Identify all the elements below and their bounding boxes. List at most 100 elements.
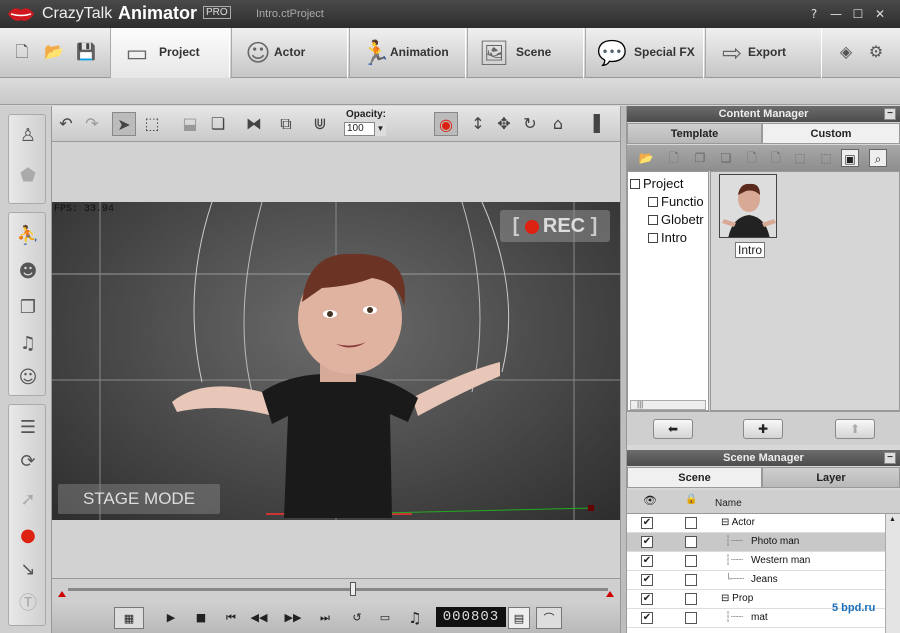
thumbnail-view-icon[interactable]: ▣ (841, 149, 859, 167)
timeline-track[interactable] (68, 588, 608, 591)
add-icon[interactable]: ✚ (743, 419, 783, 439)
frame-settings-icon[interactable]: ▤ (508, 607, 530, 629)
tree-item-intro[interactable]: Intro (648, 230, 687, 245)
subtitle-icon[interactable]: ▭ (374, 607, 396, 629)
pose-icon[interactable]: ⛹ (15, 223, 41, 249)
delete-icon[interactable]: 🗋 (665, 149, 683, 167)
lock-checkbox[interactable] (685, 555, 697, 567)
maximize-button[interactable]: ☐ (850, 6, 866, 22)
rewind-icon[interactable]: ◀◀ (248, 607, 270, 629)
tree-item-functio[interactable]: Functio (648, 194, 704, 209)
duplicate-icon[interactable]: ❏ (206, 112, 230, 136)
open-folder-icon[interactable]: 📂 (42, 40, 66, 64)
timeline-bar[interactable] (52, 578, 620, 602)
tab-scene[interactable]: 🖼 Scene (467, 28, 584, 78)
lock-checkbox[interactable] (685, 612, 697, 624)
item-label[interactable]: Intro (735, 242, 766, 258)
rotate-view-icon[interactable]: ↻ (518, 112, 542, 136)
visibility-checkbox[interactable]: ✔ (641, 555, 653, 567)
flip-icon[interactable]: ⧓ (242, 112, 266, 136)
visibility-checkbox[interactable]: ✔ (641, 593, 653, 605)
visibility-checkbox[interactable]: ✔ (641, 536, 653, 548)
new-file-icon[interactable]: 🗋 (10, 40, 34, 64)
tree-scrollbar[interactable]: ||| (630, 400, 706, 410)
loop-icon[interactable]: ↺ (346, 607, 368, 629)
skip-start-icon[interactable]: ⏮ (220, 607, 242, 629)
play-icon[interactable]: ▶ (160, 607, 182, 629)
lock-checkbox[interactable] (685, 517, 697, 529)
script-icon[interactable]: ☰ (15, 415, 41, 441)
apply-icon[interactable]: ⬅ (653, 419, 693, 439)
layers-icon[interactable]: ❐ (15, 295, 41, 321)
talk-record-icon[interactable]: ☺ (15, 365, 41, 391)
help-button[interactable]: ? (806, 6, 822, 22)
visibility-checkbox[interactable]: ✔ (641, 612, 653, 624)
record-icon[interactable]: ● (15, 523, 41, 549)
minimize-button[interactable]: — (828, 6, 844, 22)
tab-template[interactable]: Template (627, 123, 762, 144)
tree-item-project[interactable]: Project (630, 176, 683, 191)
tab-actor[interactable]: ☺ Actor (231, 28, 348, 78)
stage-mode-button[interactable]: STAGE MODE (58, 484, 220, 514)
music-icon[interactable]: ♫ (15, 331, 41, 357)
rename-icon[interactable]: 🗋 (743, 149, 761, 167)
panel-splitter[interactable] (620, 106, 627, 633)
move-icon[interactable]: ✥ (492, 112, 516, 136)
prop-icon[interactable]: ⬟ (15, 163, 41, 189)
stop-icon[interactable]: ■ (190, 607, 212, 629)
move-vertical-icon[interactable]: ↕ (466, 112, 490, 136)
scene-row-western-man[interactable]: ✔ ┆┈┈ Western man (627, 552, 885, 571)
text-icon[interactable]: Ⓣ (15, 591, 41, 617)
intro-thumbnail[interactable] (719, 174, 777, 238)
import-icon[interactable]: ⬚ (791, 149, 809, 167)
timeline-editor-icon[interactable]: ▦ (114, 607, 144, 629)
tab-export[interactable]: ⇨ Export (705, 28, 822, 78)
redo-icon[interactable]: ↷ (80, 112, 104, 136)
lock-checkbox[interactable] (685, 536, 697, 548)
camera-record-icon[interactable]: ◉ (434, 112, 458, 136)
panel-toggle-icon[interactable]: ▌ (588, 112, 612, 136)
search-icon[interactable]: ⌕ (869, 149, 887, 167)
transform-icon[interactable]: ⬚ (140, 112, 164, 136)
select-icon[interactable]: ➤ (112, 112, 136, 136)
tree-item-globetr[interactable]: Globetr (648, 212, 704, 227)
rec-indicator[interactable]: [ REC ] (500, 210, 610, 242)
visibility-checkbox[interactable]: ✔ (641, 517, 653, 529)
tab-scene[interactable]: Scene (627, 467, 762, 488)
collapse-icon[interactable]: − (884, 108, 896, 120)
range-end-marker[interactable] (606, 591, 614, 597)
motion-icon[interactable]: ➚ (15, 487, 41, 513)
export-item-icon[interactable]: ⬚ (817, 149, 835, 167)
stage-canvas[interactable]: FPS: 33.94 [ REC ] STAGE MODE (52, 202, 620, 520)
close-button[interactable]: ✕ (872, 6, 888, 22)
visibility-checkbox[interactable]: ✔ (641, 574, 653, 586)
gear-icon[interactable]: ⚙ (864, 40, 888, 64)
face-icon[interactable]: ☻ (15, 259, 41, 285)
skip-end-icon[interactable]: ⏭ (314, 607, 336, 629)
fast-forward-icon[interactable]: ▶▶ (282, 607, 304, 629)
timeline-thumb[interactable] (350, 582, 356, 596)
undo-icon[interactable]: ↶ (54, 112, 78, 136)
tab-animation[interactable]: 🏃 Animation (349, 28, 466, 78)
lock-checkbox[interactable] (685, 593, 697, 605)
paste-icon[interactable]: ❏ (717, 149, 735, 167)
group-icon[interactable]: ⬓ (178, 112, 202, 136)
music-note-icon[interactable]: ♫ (404, 607, 426, 629)
collapse-icon[interactable]: − (884, 452, 896, 464)
tab-custom[interactable]: Custom (762, 123, 900, 144)
scene-row-actor[interactable]: ✔ ⊟ Actor (627, 514, 885, 533)
open-folder-icon[interactable]: 📂 (637, 149, 655, 167)
chevron-down-icon[interactable]: ▼ (374, 122, 386, 136)
tab-project[interactable]: ▭ Project (110, 28, 230, 78)
reset-icon[interactable]: ⌒ (536, 607, 562, 629)
scroll-up-icon[interactable]: ▲ (889, 516, 896, 523)
file-icon[interactable]: 🗋 (767, 149, 785, 167)
scene-row-jeans[interactable]: ✔ └┈┈ Jeans (627, 571, 885, 590)
layer-order-icon[interactable]: ⧉ (274, 112, 298, 136)
rotate-icon[interactable]: ⟳ (15, 449, 41, 475)
frame-counter[interactable]: 000803 (436, 607, 506, 627)
actor-select-icon[interactable]: ♙ (15, 123, 41, 149)
tab-special-fx[interactable]: 💬 Special FX (585, 28, 704, 78)
scene-row-photo-man[interactable]: ✔ ┆┈┈ Photo man (627, 533, 885, 552)
home-icon[interactable]: ⌂ (546, 112, 570, 136)
